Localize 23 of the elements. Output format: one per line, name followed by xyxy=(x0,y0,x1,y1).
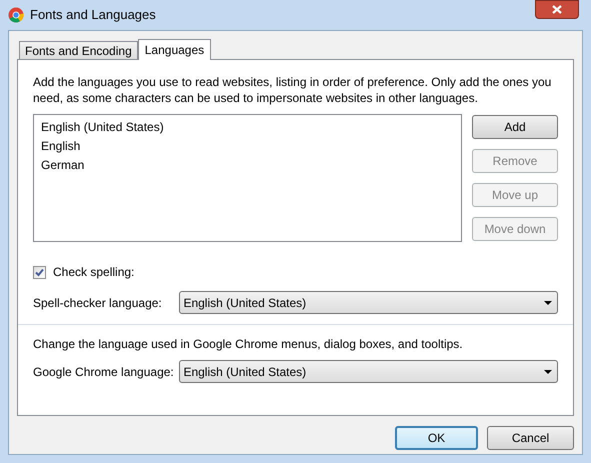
tab[interactable]: Fonts and Encoding xyxy=(19,41,138,59)
check-spelling-checkbox[interactable] xyxy=(33,266,46,278)
spell-checker-dropdown[interactable]: English (United States) xyxy=(179,291,558,314)
dialog-button[interactable]: OK xyxy=(395,426,478,450)
close-button[interactable] xyxy=(535,0,579,19)
language-item[interactable]: German xyxy=(41,156,84,175)
tab[interactable]: Languages xyxy=(138,39,212,60)
chrome-language-label: Google Chrome language: xyxy=(33,364,175,380)
description-text: Add the languages you use to read websites, listing in order of preference. Only add the ones you need, as some characters can be used to impersonate websites in other languages. xyxy=(33,74,552,106)
dialog-button[interactable]: Cancel xyxy=(487,426,574,450)
dropdown-arrow-icon xyxy=(544,300,552,304)
browser-logo-icon xyxy=(8,7,24,23)
spell-checker-label: Spell-checker language: xyxy=(33,294,163,312)
language-item[interactable]: English xyxy=(41,137,80,156)
language-list[interactable]: English (United States) English German xyxy=(33,114,462,242)
check-spelling-label: Check spelling: xyxy=(53,264,134,281)
dropdown-arrow-icon xyxy=(544,370,552,374)
window-title: Fonts and Languages xyxy=(30,6,156,24)
chrome-language-note: Change the language used in Google Chrome menus, dialog boxes, and tooltips. xyxy=(33,336,464,353)
chrome-language-dropdown[interactable]: English (United States) xyxy=(179,360,558,383)
language-item[interactable]: English (United States) xyxy=(41,118,164,137)
list-action-button[interactable]: Add xyxy=(472,115,558,139)
close-icon xyxy=(552,5,562,14)
